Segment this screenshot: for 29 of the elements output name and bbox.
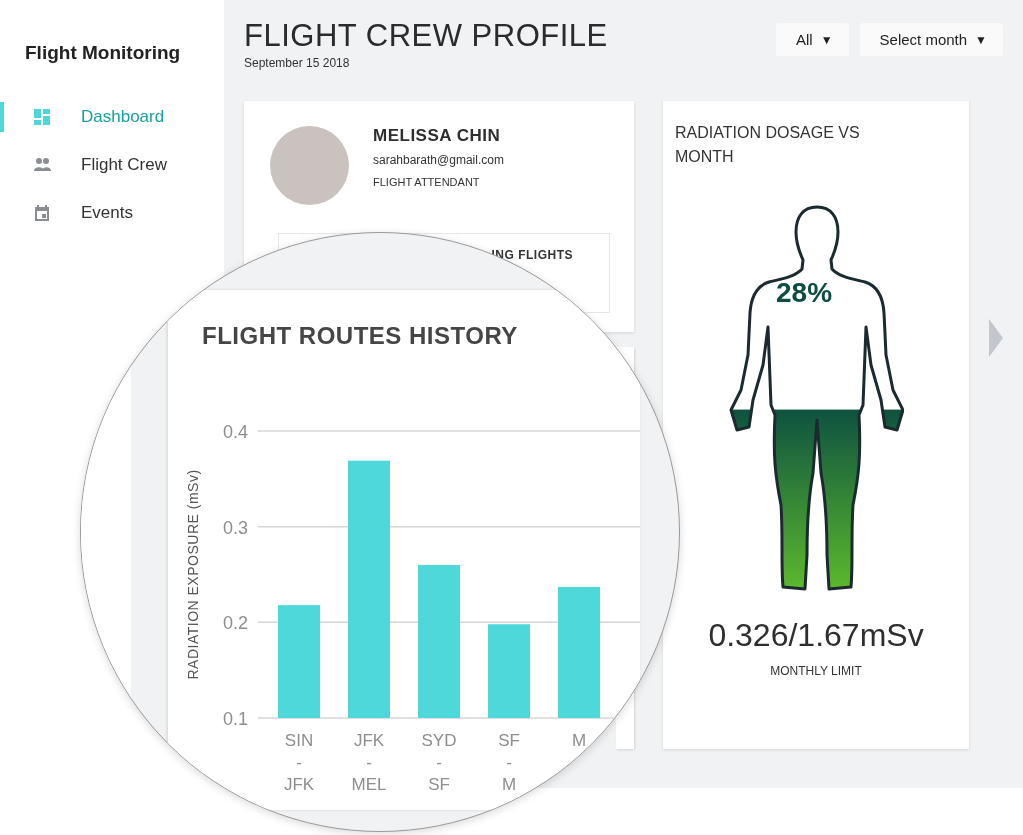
sidebar-item[interactable]: Flight Crew xyxy=(0,150,224,180)
date-text: September 15 2018 xyxy=(244,56,351,70)
dose-reading: 0.326/1.67mSv xyxy=(708,617,924,654)
crew-email: sarahbarath@gmail.com xyxy=(373,153,504,167)
percent-value: 28% xyxy=(776,277,833,309)
axis-tick-label: 0.4 xyxy=(222,422,248,442)
sidebar-item[interactable]: Events xyxy=(0,198,224,228)
card-title: RADIATION DOSAGE VS MONTH xyxy=(675,123,861,167)
category-label: M xyxy=(571,731,587,750)
calendar-icon xyxy=(34,204,51,222)
filter-dropdown[interactable]: All ▼ xyxy=(776,23,849,56)
category-label: SYD - SF xyxy=(421,731,457,794)
chart-title: FLIGHT ROUTES HISTORY xyxy=(202,322,518,350)
dose-caption: MONTHLY LIMIT xyxy=(770,664,862,678)
next-arrow-icon[interactable] xyxy=(989,319,1003,357)
crew-role: FLIGHT ATTENDANT xyxy=(373,176,481,188)
axis-tick-label: 0.3 xyxy=(222,517,248,538)
category-label: SF - M xyxy=(498,731,520,794)
crew-name: MELISSA CHIN xyxy=(373,126,502,146)
page-title: FLIGHT CREW PROFILE xyxy=(244,18,608,54)
axis-tick-label: 0.1 xyxy=(222,709,248,729)
app-title: Flight Monitoring xyxy=(25,42,182,64)
axis-tick-label: 0.2 xyxy=(222,613,248,634)
dashboard-icon xyxy=(34,108,51,126)
axis-title: RADIATION EXPOSURE (mSv) xyxy=(185,469,201,680)
category-label: JFK - MEL xyxy=(351,731,387,794)
people-icon xyxy=(34,156,51,174)
category-label: SIN - JFK xyxy=(283,731,315,794)
filter-dropdown[interactable]: Select month ▼ xyxy=(859,23,1003,56)
